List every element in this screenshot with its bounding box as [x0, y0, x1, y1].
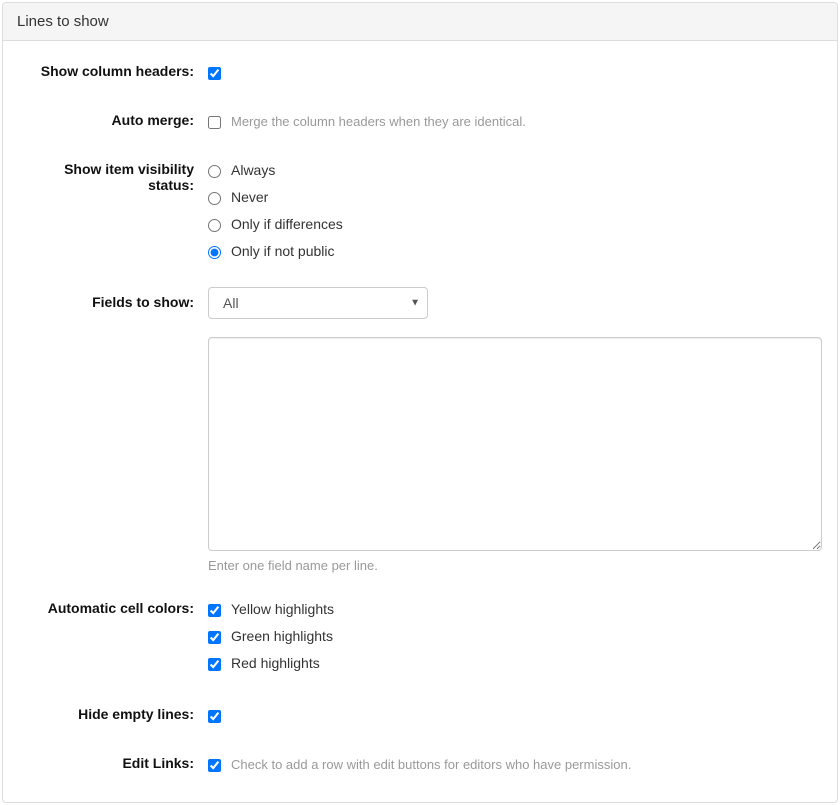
- checkbox-edit-links[interactable]: [208, 759, 221, 772]
- select-fields-to-show[interactable]: All: [208, 287, 428, 319]
- check-row-green[interactable]: Green highlights: [208, 625, 822, 649]
- radio-row-always[interactable]: Always: [208, 159, 822, 183]
- checkbox-auto-merge[interactable]: [208, 116, 221, 129]
- label-yellow-highlights: Yellow highlights: [231, 600, 334, 620]
- desc-auto-merge: Merge the column headers when they are i…: [231, 113, 526, 131]
- label-red-highlights: Red highlights: [231, 654, 320, 674]
- row-fields-to-show: Fields to show: All ▼ Enter one field na…: [18, 287, 822, 573]
- checkbox-red-highlights[interactable]: [208, 658, 221, 671]
- checkbox-hide-empty-lines[interactable]: [208, 710, 221, 723]
- radio-label-only-if-not-public: Only if not public: [231, 242, 335, 262]
- label-auto-cell-colors: Automatic cell colors:: [18, 593, 208, 616]
- check-row-yellow[interactable]: Yellow highlights: [208, 598, 822, 622]
- row-visibility-status: Show item visibility status: Always Neve…: [18, 154, 822, 267]
- desc-edit-links: Check to add a row with edit buttons for…: [231, 756, 631, 774]
- checkbox-yellow-highlights[interactable]: [208, 604, 221, 617]
- radio-only-if-diff[interactable]: [208, 219, 221, 232]
- label-hide-empty-lines: Hide empty lines:: [18, 699, 208, 722]
- radio-row-only-if-not-public[interactable]: Only if not public: [208, 240, 822, 264]
- label-show-column-headers: Show column headers:: [18, 56, 208, 79]
- radio-row-only-if-diff[interactable]: Only if differences: [208, 213, 822, 237]
- help-fields-to-show: Enter one field name per line.: [208, 558, 822, 573]
- label-auto-merge: Auto merge:: [18, 105, 208, 128]
- radio-always[interactable]: [208, 165, 221, 178]
- panel-body: Show column headers: Auto merge: Merge t…: [3, 41, 837, 802]
- radio-row-never[interactable]: Never: [208, 186, 822, 210]
- panel-title: Lines to show: [17, 13, 109, 30]
- select-wrap-fields-to-show: All ▼: [208, 287, 428, 319]
- row-auto-merge: Auto merge: Merge the column headers whe…: [18, 105, 822, 134]
- radio-label-only-if-diff: Only if differences: [231, 215, 343, 235]
- radio-only-if-not-public[interactable]: [208, 246, 221, 259]
- label-edit-links: Edit Links:: [18, 748, 208, 771]
- label-visibility-status: Show item visibility status:: [18, 154, 208, 193]
- lines-to-show-panel: Lines to show Show column headers: Auto …: [2, 2, 838, 803]
- radio-never[interactable]: [208, 192, 221, 205]
- checkbox-green-highlights[interactable]: [208, 631, 221, 644]
- panel-header: Lines to show: [3, 3, 837, 41]
- radio-label-always: Always: [231, 161, 275, 181]
- row-auto-cell-colors: Automatic cell colors: Yellow highlights…: [18, 593, 822, 679]
- check-row-red[interactable]: Red highlights: [208, 652, 822, 676]
- checkbox-show-column-headers[interactable]: [208, 67, 221, 80]
- textarea-fields-list[interactable]: [208, 337, 822, 551]
- row-show-column-headers: Show column headers:: [18, 56, 822, 85]
- label-green-highlights: Green highlights: [231, 627, 333, 647]
- label-fields-to-show: Fields to show:: [18, 287, 208, 310]
- row-hide-empty-lines: Hide empty lines:: [18, 699, 822, 728]
- radio-label-never: Never: [231, 188, 268, 208]
- row-edit-links: Edit Links: Check to add a row with edit…: [18, 748, 822, 777]
